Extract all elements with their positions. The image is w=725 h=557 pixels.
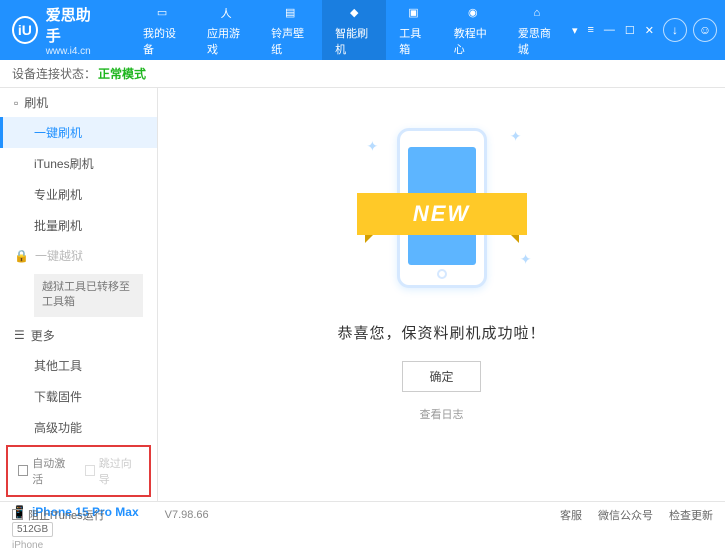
- nav-label: 教程中心: [454, 25, 492, 57]
- success-illustration: ✦ ✦ ✦ NEW: [337, 118, 547, 298]
- nav-store[interactable]: ⌂ 爱思商城: [505, 0, 569, 60]
- sidebar: ▫ 刷机 一键刷机 iTunes刷机 专业刷机 批量刷机 🔒 一键越狱 越狱工具已转…: [0, 88, 158, 501]
- sidebar-item-onekey-flash[interactable]: 一键刷机: [0, 117, 157, 148]
- sidebar-item-pro-flash[interactable]: 专业刷机: [0, 179, 157, 210]
- group-label: 一键越狱: [35, 247, 83, 264]
- device-icon: ▭: [152, 4, 172, 22]
- nav-label: 铃声壁纸: [271, 25, 309, 57]
- nav-toolbox[interactable]: ▣ 工具箱: [386, 0, 441, 60]
- group-label: 刷机: [24, 94, 48, 111]
- settings-icon[interactable]: ▾: [569, 22, 581, 39]
- account-button[interactable]: ☺: [693, 18, 717, 42]
- logo-icon: iU: [12, 16, 38, 44]
- app-logo: iU 爱思助手 www.i4.cn: [0, 4, 112, 57]
- maximize-icon[interactable]: ☐: [622, 22, 638, 39]
- checkbox-label: 阻止iTunes运行: [28, 507, 105, 523]
- sidebar-item-other-tools[interactable]: 其他工具: [0, 350, 157, 381]
- sidebar-item-batch-flash[interactable]: 批量刷机: [0, 210, 157, 241]
- checkbox-label: 自动激活: [32, 455, 72, 487]
- nav-label: 工具箱: [399, 25, 428, 57]
- nav-label: 爱思商城: [518, 25, 556, 57]
- new-banner: NEW: [357, 193, 527, 235]
- status-label: 设备连接状态：: [12, 65, 96, 82]
- main-content: ✦ ✦ ✦ NEW 恭喜您，保资料刷机成功啦！ 确定 查看日志: [158, 88, 725, 501]
- apps-icon: 人: [216, 4, 236, 22]
- top-nav: ▭ 我的设备 人应用游戏 ▤ 铃声壁纸 ◆ 智能刷机 ▣ 工具箱 ◉ 教程中心 ⌂ 爱思商城: [130, 0, 569, 60]
- group-label: 更多: [31, 327, 55, 344]
- nav-tutorials[interactable]: ◉ 教程中心: [441, 0, 505, 60]
- device-storage: 512GB: [12, 522, 53, 537]
- sidebar-group-flash[interactable]: ▫ 刷机: [0, 88, 157, 117]
- download-button[interactable]: ↓: [663, 18, 687, 42]
- device-type: iPhone: [12, 540, 145, 551]
- sidebar-item-itunes-flash[interactable]: iTunes刷机: [0, 148, 157, 179]
- nav-flash[interactable]: ◆ 智能刷机: [322, 0, 386, 60]
- titlebar: iU 爱思助手 www.i4.cn ▭ 我的设备 人应用游戏 ▤ 铃声壁纸 ◆ 智能刷…: [0, 0, 725, 60]
- menu-icon[interactable]: ≡: [584, 22, 596, 39]
- sidebar-item-advanced[interactable]: 高级功能: [0, 412, 157, 443]
- nav-label: 智能刷机: [335, 25, 373, 57]
- tutorial-icon: ◉: [463, 4, 483, 22]
- footer-support[interactable]: 客服: [560, 507, 582, 523]
- app-url: www.i4.cn: [46, 46, 100, 57]
- sidebar-group-more[interactable]: ☰ 更多: [0, 321, 157, 350]
- status-bar: 设备连接状态： 正常模式: [0, 60, 725, 88]
- ringtone-icon: ▤: [280, 4, 300, 22]
- block-itunes-checkbox[interactable]: 阻止iTunes运行: [12, 507, 105, 523]
- sidebar-jailbreak-note[interactable]: 越狱工具已转移至工具箱: [34, 274, 143, 317]
- nav-ringtones[interactable]: ▤ 铃声壁纸: [258, 0, 322, 60]
- nav-label: 我的设备: [143, 25, 181, 57]
- footer-update[interactable]: 检查更新: [669, 507, 713, 523]
- minimize-icon[interactable]: —: [601, 22, 618, 39]
- nav-apps[interactable]: 人应用游戏: [194, 0, 258, 60]
- skip-guide-checkbox[interactable]: 跳过向导: [85, 455, 140, 487]
- sidebar-group-jailbreak: 🔒 一键越狱: [0, 241, 157, 270]
- sidebar-item-download-firmware[interactable]: 下载固件: [0, 381, 157, 412]
- nav-label: 应用游戏: [207, 25, 245, 57]
- more-group-icon: ☰: [14, 328, 25, 342]
- view-log-link[interactable]: 查看日志: [420, 406, 464, 422]
- window-controls: ▾ ≡ — ☐ ✕: [569, 22, 657, 39]
- success-message: 恭喜您，保资料刷机成功啦！: [337, 322, 545, 343]
- auto-activate-checkbox[interactable]: 自动激活: [18, 455, 73, 487]
- store-icon: ⌂: [527, 4, 547, 22]
- flash-icon: ◆: [344, 4, 364, 22]
- close-icon[interactable]: ✕: [642, 22, 657, 39]
- version-text: V7.98.66: [165, 509, 209, 521]
- activation-options: 自动激活 跳过向导: [6, 445, 151, 497]
- status-value: 正常模式: [98, 65, 146, 82]
- footer-wechat[interactable]: 微信公众号: [598, 507, 653, 523]
- nav-my-device[interactable]: ▭ 我的设备: [130, 0, 194, 60]
- toolbox-icon: ▣: [404, 4, 424, 22]
- flash-group-icon: ▫: [14, 96, 18, 110]
- lock-icon: 🔒: [14, 249, 29, 263]
- confirm-button[interactable]: 确定: [402, 361, 480, 392]
- app-title: 爱思助手: [46, 4, 100, 46]
- checkbox-label: 跳过向导: [99, 455, 139, 487]
